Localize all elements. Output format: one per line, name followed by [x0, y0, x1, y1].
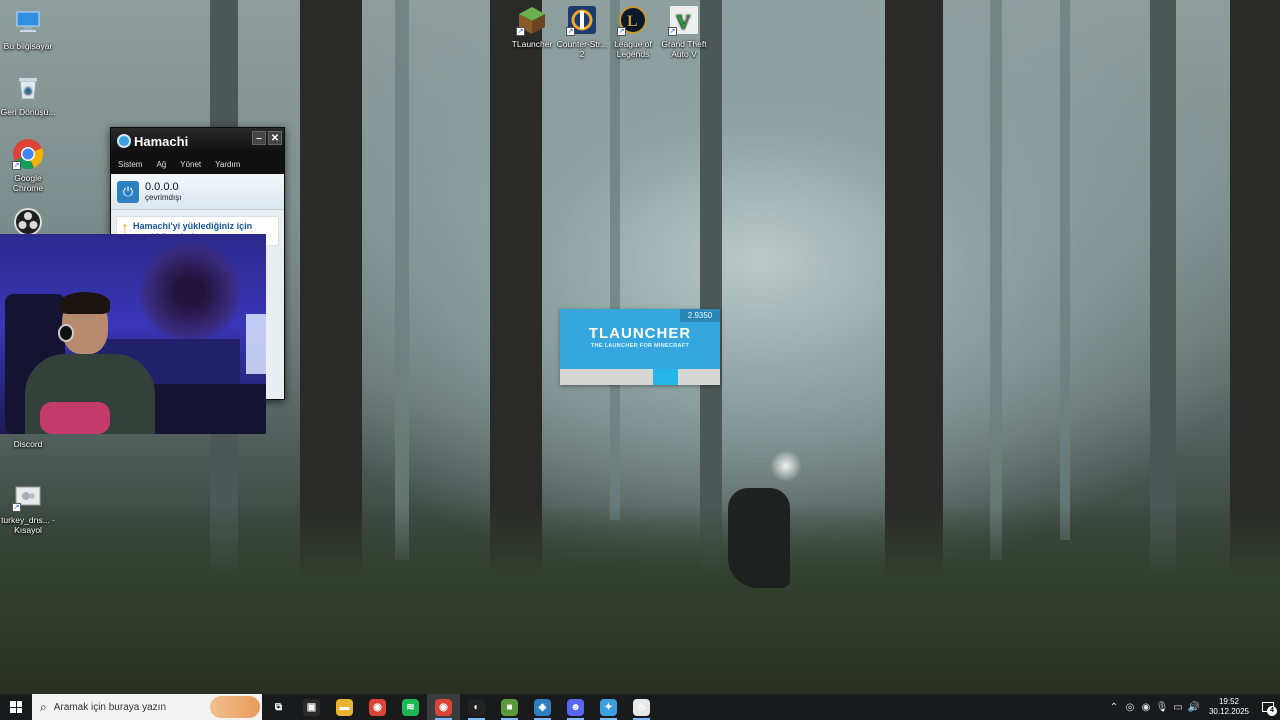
store-icon: ▣ [303, 698, 320, 716]
chrome-icon: ↗ [12, 138, 44, 170]
chevron-up-icon[interactable]: ⌃ [1106, 702, 1122, 713]
hamachi-menubar: Sistem Ağ Yönet Yardım [111, 154, 284, 174]
desktop-icon-label: turkey_dns... - Kısayol [1, 515, 55, 535]
taskbar-app-file-explorer[interactable]: ▬ [328, 694, 361, 720]
desktop-icon-label: Bu bilgisayar [3, 41, 53, 51]
glowing-light [770, 450, 802, 482]
webcam-overlay [0, 234, 266, 434]
recycle-bin-icon: ♻ [12, 72, 44, 104]
taskbar-app-chrome-active[interactable]: ◉ [427, 694, 460, 720]
svg-text:V: V [676, 11, 691, 33]
desktop-icon-this-pc[interactable]: Bu bilgisayar [0, 6, 56, 51]
desktop-icon-turkey-dns[interactable]: ↗ turkey_dns... - Kısayol [0, 480, 56, 535]
hamachi-tray-icon[interactable]: ◉ [1138, 702, 1154, 713]
hamachi-status-panel: ⏻ 0.0.0.0 çevrimdışı [111, 174, 284, 210]
microphone-icon[interactable]: 🎙 [1154, 702, 1170, 713]
tlauncher-icon: ↗ [516, 4, 548, 36]
hamachi-icon: ◈ [534, 698, 551, 716]
tlauncher-title: TLAUNCHER [588, 325, 692, 342]
svg-text:♻: ♻ [24, 86, 32, 96]
connection-status: çevrimdışı [145, 193, 182, 202]
search-icon: ⌕ [40, 699, 47, 714]
taskbar-app-store[interactable]: ▣ [295, 694, 328, 720]
spotify-icon: ≋ [402, 698, 419, 716]
desktop-icon-label: League of Legends [614, 39, 652, 59]
gta-v-icon: V ↗ [668, 4, 700, 36]
svg-text:L: L [627, 13, 638, 30]
desktop-icon-label: TLauncher [511, 39, 553, 49]
taskbar-app-hamachi[interactable]: ◈ [526, 694, 559, 720]
computer-icon [12, 6, 44, 38]
network-icon[interactable]: ▭ [1170, 702, 1186, 713]
volume-icon[interactable]: 🔊 [1186, 702, 1202, 713]
search-placeholder: Aramak için buraya yazın [53, 701, 167, 713]
desktop-icon-label: Geri Dönüşü... [0, 107, 56, 117]
taskbar-app-hamachi-network[interactable]: ✦ [592, 694, 625, 720]
taskbar-app-discord[interactable]: ☻ [559, 694, 592, 720]
ip-address: 0.0.0.0 [145, 181, 179, 193]
taskbar-app-obs[interactable]: ◐ [460, 694, 493, 720]
cloaked-figure [728, 488, 790, 588]
hamachi-logo-icon [117, 134, 131, 148]
clock-time: 19:52 [1218, 697, 1240, 706]
taskbar-app-java[interactable]: ♨ [625, 694, 658, 720]
desktop-icon-counter-strike[interactable]: ↗ Counter-Str... 2 [554, 4, 610, 59]
obs-icon: ◐ [468, 698, 485, 716]
desktop-icon-recycle-bin[interactable]: ♻ Geri Dönüşü... [0, 72, 56, 117]
tlauncher-splash: 2.9350 TLAUNCHER THE LAUNCHER FOR MINECR… [560, 309, 720, 385]
taskbar-apps: ⧉ ▣ ▬ ◉ ≋ ◉ ◐ ■ ◈ ☻ ✦ ♨ [262, 694, 658, 720]
hamachi-title: Hamachi [134, 133, 189, 149]
menu-sistem[interactable]: Sistem [118, 160, 142, 169]
hamachi-titlebar[interactable]: Hamachi – ✕ [111, 128, 284, 154]
steam-tray-icon[interactable]: ◎ [1122, 702, 1138, 713]
system-tray: ⌃ ◎ ◉ 🎙 ▭ 🔊 19:52 30.12.2025 4 [1106, 694, 1280, 720]
tlauncher-tagline: THE LAUNCHER FOR MINECRAFT [590, 343, 690, 349]
taskbar-search[interactable]: ⌕ Aramak için buraya yazın [32, 694, 262, 720]
minecraft-icon: ■ [501, 698, 518, 716]
discord-icon: ☻ [567, 698, 584, 716]
taskbar-app-spotify[interactable]: ≋ [394, 694, 427, 720]
desktop-icon-gta-v[interactable]: V ↗ Grand Theft Auto V [656, 4, 712, 59]
menu-yardim[interactable]: Yardım [215, 160, 240, 169]
hamachi-network-icon: ✦ [600, 698, 617, 716]
taskbar-app-minecraft[interactable]: ■ [493, 694, 526, 720]
close-button[interactable]: ✕ [268, 131, 282, 145]
desktop-icon-league-of-legends[interactable]: L ↗ League of Legends [605, 4, 661, 59]
taskbar-app-task-view[interactable]: ⧉ [262, 694, 295, 720]
desktop-icon-chrome[interactable]: ↗ Google Chrome [0, 138, 56, 193]
menu-ag[interactable]: Ağ [156, 160, 166, 169]
desktop-icon-label: Grand Theft Auto V [661, 39, 707, 59]
desktop-icon-label: Google Chrome [12, 173, 44, 193]
clock-date: 30.12.2025 [1208, 707, 1250, 716]
league-of-legends-icon: L ↗ [617, 4, 649, 36]
version-label: 2.9350 [680, 309, 720, 322]
power-button[interactable]: ⏻ [117, 180, 139, 203]
java-icon: ♨ [633, 698, 650, 716]
loading-progress-fill [652, 369, 679, 385]
taskbar: ⌕ Aramak için buraya yazın ⧉ ▣ ▬ ◉ ≋ ◉ ◐ ■ ◈ ☻ ✦ ♨ … [0, 694, 1280, 720]
task-view-icon: ⧉ [270, 698, 287, 716]
notification-badge: 4 [1267, 706, 1277, 716]
shortcut-file-icon: ↗ [12, 480, 44, 512]
windows-icon [10, 701, 22, 713]
search-highlight-icon[interactable] [210, 696, 260, 718]
desktop-icon-label: Counter-Str... 2 [556, 39, 608, 59]
taskbar-app-chrome[interactable]: ◉ [361, 694, 394, 720]
notification-center-button[interactable]: 4 [1256, 694, 1280, 720]
desktop-icon-label: Discord [13, 439, 43, 449]
start-button[interactable] [0, 694, 32, 720]
headset-icon [58, 324, 74, 342]
chrome-icon: ◉ [369, 698, 386, 716]
menu-yonet[interactable]: Yönet [180, 160, 201, 169]
loading-progress-bar [560, 369, 720, 385]
chrome-active-icon: ◉ [435, 698, 452, 716]
file-explorer-icon: ▬ [336, 698, 353, 716]
clock[interactable]: 19:52 30.12.2025 [1206, 697, 1252, 717]
desktop-icon-tlauncher[interactable]: ↗ TLauncher [504, 4, 560, 49]
minimize-button[interactable]: – [252, 131, 266, 145]
counter-strike-icon: ↗ [566, 4, 598, 36]
